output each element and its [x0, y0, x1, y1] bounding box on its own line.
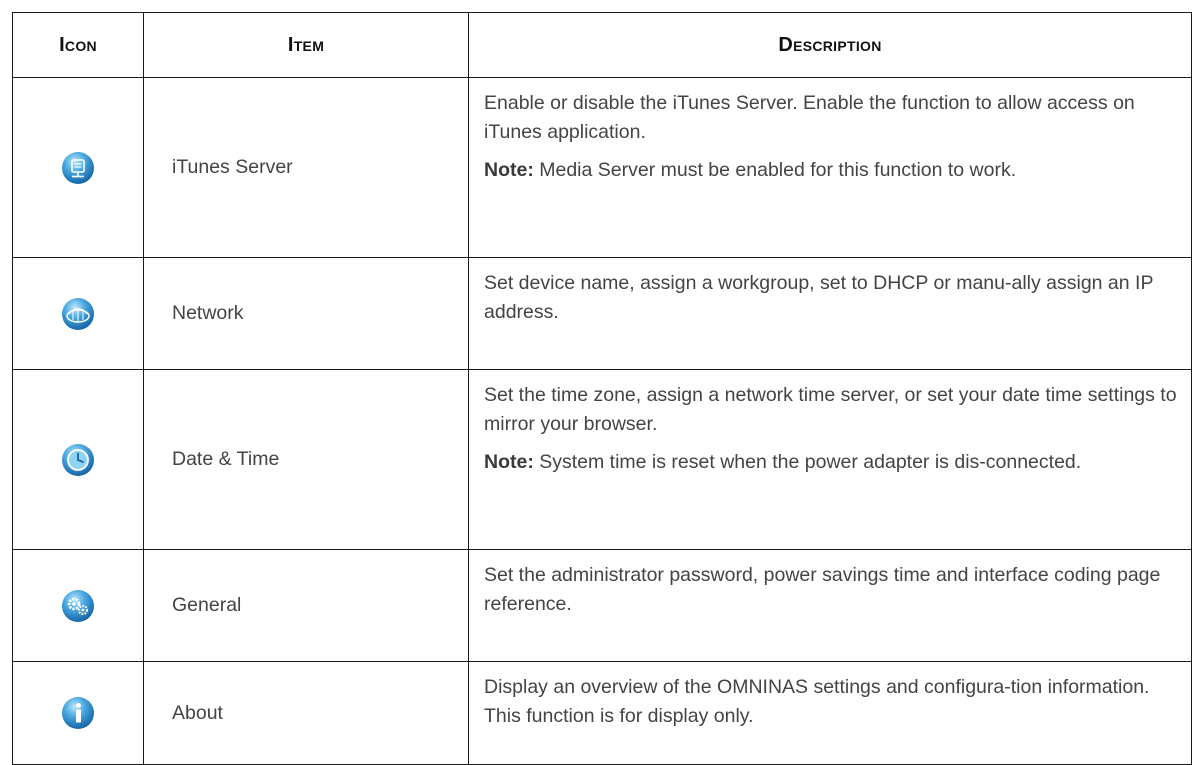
description-text: Set the time zone, assign a network time… [484, 384, 1177, 435]
info-icon [62, 697, 94, 729]
item-description: Set device name, assign a workgroup, set… [468, 257, 1192, 370]
note-label: Note: [484, 159, 534, 181]
network-icon [62, 297, 94, 330]
table-row: General Set the administrator password, … [12, 549, 1192, 662]
item-name: Date & Time [143, 369, 469, 550]
item-description: Display an overview of the OMNINAS setti… [468, 661, 1192, 765]
itunes-server-icon [62, 151, 94, 184]
table-row: Network Set device name, assign a workgr… [12, 257, 1192, 370]
table-row: About Display an overview of the OMNINAS… [12, 661, 1192, 765]
description-text: Set the administrator password, power sa… [484, 564, 1161, 615]
description-note: Note: System time is reset when the powe… [484, 448, 1177, 477]
item-description: Set the time zone, assign a network time… [468, 369, 1192, 550]
item-name: About [143, 661, 469, 765]
table-row: iTunes Server Enable or disable the iTun… [12, 77, 1192, 258]
item-name: Network [143, 257, 469, 370]
description-note: Note: Media Server must be enabled for t… [484, 156, 1177, 185]
header-icon: Icon [12, 12, 144, 78]
table-row: Date & Time Set the time zone, assign a … [12, 369, 1192, 550]
note-text: Media Server must be enabled for this fu… [533, 159, 1017, 181]
item-description: Set the administrator password, power sa… [468, 549, 1192, 662]
item-name: General [143, 549, 469, 662]
header-item: Item [143, 12, 469, 78]
description-text: Enable or disable the iTunes Server. Ena… [484, 92, 1135, 143]
gears-icon [62, 589, 94, 622]
item-description: Enable or disable the iTunes Server. Ena… [468, 77, 1192, 258]
description-text: Set device name, assign a workgroup, set… [484, 272, 1154, 323]
header-description: Description [468, 12, 1192, 78]
item-name: iTunes Server [143, 77, 469, 258]
table-header-row: Icon Item Description [12, 12, 1192, 78]
settings-table: Icon Item Description iTunes Server Enab… [12, 12, 1192, 765]
note-label: Note: [484, 451, 534, 473]
note-text: System time is reset when the power adap… [533, 451, 1082, 473]
clock-icon [62, 443, 94, 476]
description-text: Display an overview of the OMNINAS setti… [484, 676, 1150, 727]
